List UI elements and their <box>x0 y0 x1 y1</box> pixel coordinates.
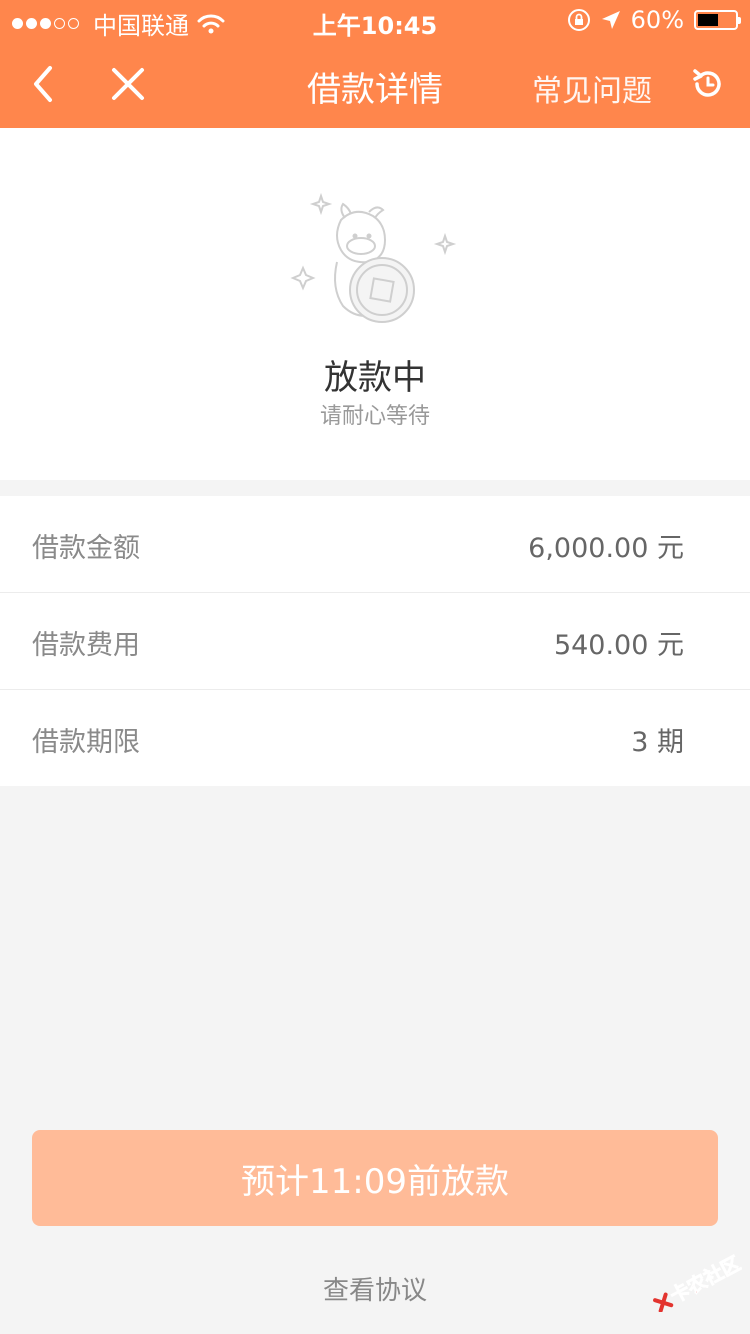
detail-value: 3 期 <box>631 727 684 758</box>
detail-label: 借款金额 <box>32 533 140 564</box>
kanong-watermark-logo: 卡农社区 <box>653 1251 742 1312</box>
battery-level-fill <box>698 14 718 26</box>
detail-row-term: 借款期限 3 期 <box>0 690 750 786</box>
detail-label: 借款期限 <box>32 727 140 758</box>
status-bar: 中国联通 上午10:45 60% <box>0 0 750 40</box>
cow-coin-illustration <box>290 192 457 323</box>
location-icon <box>601 11 620 29</box>
detail-value: 540.00 元 <box>553 630 684 661</box>
status-bar-right: 60% <box>567 6 741 34</box>
battery-percent: 60% <box>630 6 684 34</box>
orientation-lock-icon <box>567 9 590 31</box>
disbursement-eta-button[interactable]: 预计11:09前放款 <box>32 1130 718 1226</box>
view-agreement-link[interactable]: 查看协议 <box>0 1270 750 1307</box>
loan-detail-list: 借款金额 6,000.00 元 借款费用 540.00 元 借款期限 3 期 <box>0 496 750 786</box>
detail-row-fee: 借款费用 540.00 元 <box>0 593 750 690</box>
loan-status-subtitle: 请耐心等待 <box>319 404 430 429</box>
navigation-bar: 借款详情 常见问题 <box>0 40 750 128</box>
faq-link[interactable]: 常见问题 <box>532 66 652 110</box>
loan-status-title: 放款中 <box>324 358 426 398</box>
detail-value: 6,000.00 元 <box>528 533 684 564</box>
refresh-button[interactable] <box>680 56 736 112</box>
loan-status-card: 放款中 请耐心等待 <box>0 128 750 480</box>
battery-icon <box>694 10 741 30</box>
refresh-icon <box>693 69 721 97</box>
detail-label: 借款费用 <box>32 630 140 661</box>
svg-text:卡农社区: 卡农社区 <box>666 1252 742 1308</box>
detail-row-amount: 借款金额 6,000.00 元 <box>0 496 750 593</box>
